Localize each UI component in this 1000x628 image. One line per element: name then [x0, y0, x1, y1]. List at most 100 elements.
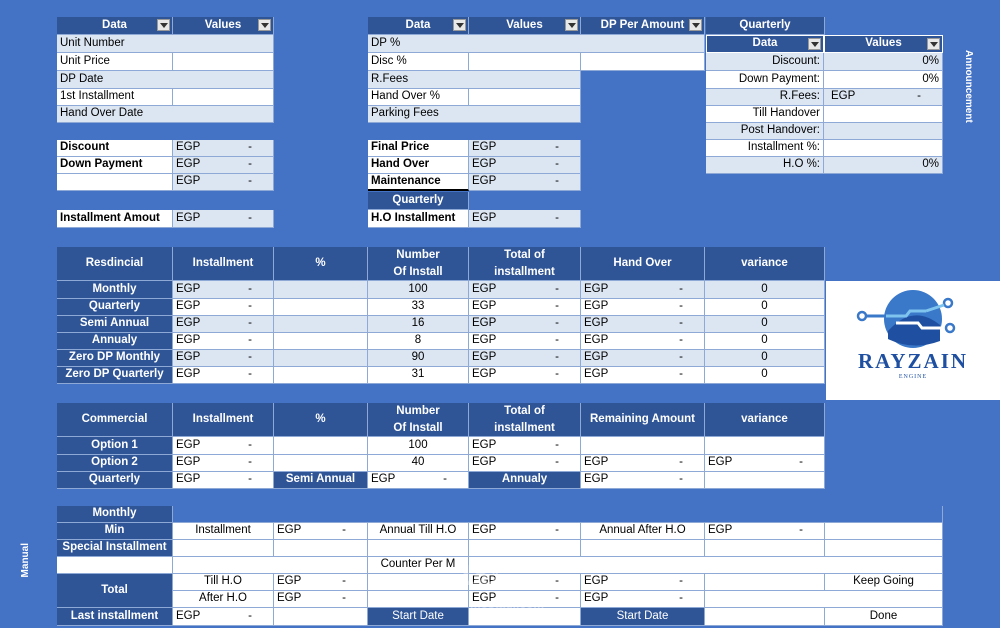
res-installment[interactable]: EGP - — [173, 316, 274, 333]
res-hand-over[interactable]: EGP - — [581, 350, 705, 367]
filter-dropdown-icon[interactable] — [453, 19, 466, 31]
value-cell[interactable] — [581, 53, 705, 71]
filter-dropdown-icon[interactable] — [689, 19, 702, 31]
row-label[interactable]: Disc % — [368, 53, 469, 71]
res-percent[interactable] — [274, 316, 368, 333]
after-ho-value[interactable]: EGP - — [274, 591, 368, 608]
installment-amount-value[interactable]: EGP - — [173, 210, 274, 228]
com-remaining[interactable] — [581, 437, 705, 455]
annualy-value[interactable]: EGP - — [581, 472, 705, 489]
res-number[interactable]: 8 — [368, 333, 469, 350]
special-cell[interactable] — [705, 540, 825, 557]
quarterly-row-value[interactable]: EGP - — [824, 89, 943, 106]
res-variance[interactable]: 0 — [705, 350, 825, 367]
row-label[interactable]: DP Date — [57, 71, 274, 89]
value-cell[interactable] — [173, 53, 274, 71]
maintenance-value[interactable]: EGP - — [469, 174, 581, 191]
res-total[interactable]: EGP - — [469, 350, 581, 367]
special-cell[interactable] — [825, 540, 943, 557]
res-variance[interactable]: 0 — [705, 299, 825, 316]
res-total[interactable]: EGP - — [469, 367, 581, 384]
res-percent[interactable] — [274, 299, 368, 316]
value-cell[interactable] — [469, 53, 581, 71]
com-variance[interactable] — [705, 472, 825, 489]
quarterly-row-value[interactable] — [824, 140, 943, 157]
res-variance[interactable]: 0 — [705, 281, 825, 299]
col-header-dp-per-amount[interactable]: DP Per Amount — [581, 17, 705, 35]
row-label[interactable]: 1st Installment — [57, 89, 173, 106]
res-total[interactable]: EGP - — [469, 333, 581, 350]
res-hand-over[interactable]: EGP - — [581, 367, 705, 384]
com-percent[interactable] — [274, 437, 368, 455]
res-installment[interactable]: EGP - — [173, 350, 274, 367]
start-date-value-2[interactable] — [705, 608, 825, 626]
res-installment[interactable]: EGP - — [173, 299, 274, 316]
com-variance[interactable] — [705, 437, 825, 455]
res-total[interactable]: EGP - — [469, 299, 581, 316]
quarterly-row-value[interactable] — [824, 106, 943, 123]
res-variance[interactable]: 0 — [705, 333, 825, 350]
last-installment-value[interactable]: EGP - — [173, 608, 274, 626]
row-label[interactable]: Hand Over Date — [57, 106, 274, 123]
row-label[interactable]: DP % — [368, 35, 705, 53]
res-number[interactable]: 100 — [368, 281, 469, 299]
ho-installment-value[interactable]: EGP - — [469, 210, 581, 228]
filter-dropdown-icon[interactable] — [157, 19, 170, 31]
res-total[interactable]: EGP - — [469, 281, 581, 299]
manual-monthly-value[interactable] — [173, 506, 943, 523]
res-percent[interactable] — [274, 367, 368, 384]
res-installment[interactable]: EGP - — [173, 333, 274, 350]
com-number[interactable]: 100 — [368, 437, 469, 455]
col-header-values[interactable]: Values — [469, 17, 581, 35]
res-installment[interactable]: EGP - — [173, 281, 274, 299]
annual-after-value[interactable]: EGP - — [705, 523, 825, 540]
com-installment[interactable]: EGP - — [173, 472, 274, 489]
final-price-value[interactable]: EGP - — [469, 140, 581, 157]
extra-value[interactable]: EGP - — [173, 174, 274, 191]
row-label[interactable]: R.Fees — [368, 71, 581, 89]
res-total[interactable]: EGP - — [469, 316, 581, 333]
till-ho-remaining[interactable]: EGP - — [581, 574, 705, 591]
value-cell[interactable] — [173, 89, 274, 106]
com-installment[interactable]: EGP - — [173, 455, 274, 472]
com-total[interactable]: EGP - — [469, 437, 581, 455]
row-label[interactable]: Unit Number — [57, 35, 274, 53]
till-ho-value[interactable]: EGP - — [274, 574, 368, 591]
filter-dropdown-icon[interactable] — [808, 38, 821, 50]
row-label[interactable]: Hand Over % — [368, 89, 469, 106]
res-variance[interactable]: 0 — [705, 367, 825, 384]
col-header-data[interactable]: Data — [706, 35, 824, 53]
res-percent[interactable] — [274, 333, 368, 350]
col-header-data[interactable]: Data — [368, 17, 469, 35]
filter-dropdown-icon[interactable] — [258, 19, 271, 31]
special-cell[interactable] — [581, 540, 705, 557]
com-variance[interactable]: EGP - — [705, 455, 825, 472]
hand-over-value[interactable]: EGP - — [469, 157, 581, 174]
res-number[interactable]: 31 — [368, 367, 469, 384]
com-percent[interactable] — [274, 455, 368, 472]
res-number[interactable]: 16 — [368, 316, 469, 333]
col-header-values[interactable]: Values — [824, 35, 943, 53]
quarterly-row-value[interactable]: 0% — [824, 71, 943, 89]
row-label[interactable]: Unit Price — [57, 53, 173, 71]
special-cell[interactable] — [173, 540, 274, 557]
annual-till-value[interactable]: EGP - — [469, 523, 581, 540]
discount-value[interactable]: EGP - — [173, 140, 274, 157]
res-hand-over[interactable]: EGP - — [581, 299, 705, 316]
value-cell[interactable] — [469, 89, 581, 106]
com-remaining[interactable]: EGP - — [581, 455, 705, 472]
col-header-data[interactable]: Data — [57, 17, 173, 35]
installment-value[interactable]: EGP - — [274, 523, 368, 540]
quarterly-row-value[interactable] — [824, 123, 943, 140]
special-cell[interactable] — [469, 540, 581, 557]
res-hand-over[interactable]: EGP - — [581, 281, 705, 299]
com-total[interactable]: EGP - — [469, 455, 581, 472]
res-hand-over[interactable]: EGP - — [581, 316, 705, 333]
after-ho-remaining[interactable]: EGP - — [581, 591, 705, 608]
com-number[interactable]: 40 — [368, 455, 469, 472]
special-cell[interactable] — [368, 540, 469, 557]
quarterly-row-value[interactable]: 0% — [824, 157, 943, 174]
down-payment-value[interactable]: EGP - — [173, 157, 274, 174]
quarterly-row-value[interactable]: 0% — [824, 53, 943, 71]
col-header-values[interactable]: Values — [173, 17, 274, 35]
